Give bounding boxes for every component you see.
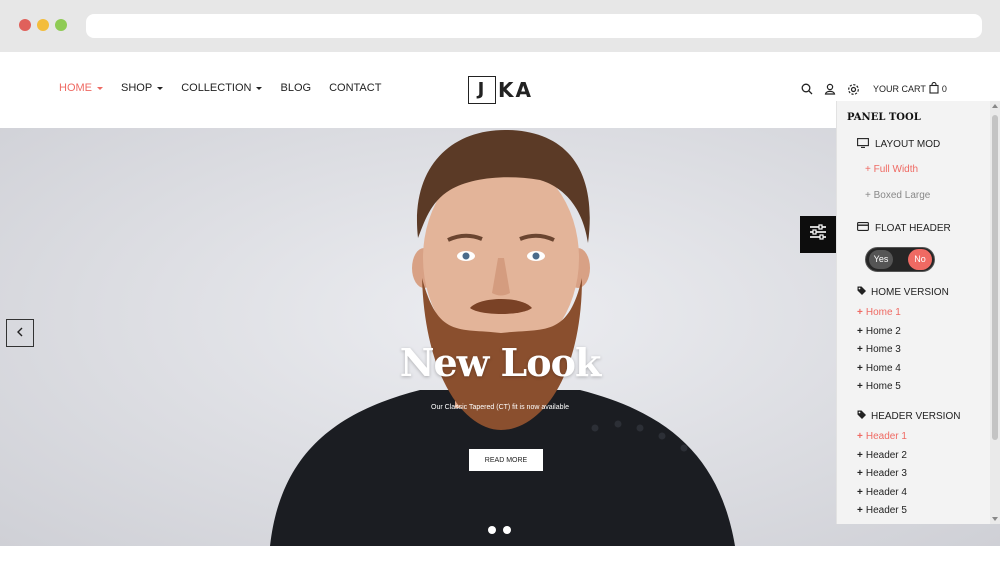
- toggle-no[interactable]: No: [908, 249, 932, 270]
- home-version-heading: HOME VERSION: [857, 286, 949, 299]
- scroll-up-icon[interactable]: [992, 104, 998, 108]
- panel-scrollbar[interactable]: [990, 101, 1000, 524]
- item-label: Header 1: [865, 431, 907, 442]
- header-tools: YOUR CART 0: [800, 81, 947, 96]
- nav-item-label: BLOG: [280, 82, 312, 94]
- panel-title: PANEL TOOL: [847, 112, 921, 123]
- cart-label: YOUR CART: [873, 84, 926, 94]
- caret-down-icon: [157, 86, 164, 90]
- item-label: Home 4: [865, 363, 901, 374]
- heading-label: HOME VERSION: [871, 287, 949, 298]
- home-version-item[interactable]: + Home 5: [857, 381, 901, 392]
- scroll-down-icon[interactable]: [992, 517, 998, 521]
- main-nav: HOME SHOP COLLECTION BLOG CONTACT: [59, 82, 381, 94]
- scrollbar-thumb[interactable]: [992, 115, 998, 440]
- nav-item-blog[interactable]: BLOG: [280, 82, 311, 94]
- nav-item-home[interactable]: HOME: [59, 82, 103, 94]
- cart-count: 0: [941, 84, 947, 94]
- layout-option-full-width[interactable]: + Full Width: [865, 164, 918, 175]
- tags-icon: [857, 410, 868, 423]
- header-version-item[interactable]: + Header 2: [857, 450, 907, 461]
- panel-toggle-button[interactable]: [800, 216, 836, 253]
- nav-item-contact[interactable]: CONTACT: [329, 82, 381, 94]
- caret-down-icon: [97, 86, 103, 90]
- home-version-item[interactable]: + Home 4: [857, 363, 901, 374]
- search-icon[interactable]: [800, 82, 814, 96]
- chevron-left-icon: [16, 324, 24, 342]
- user-icon[interactable]: [823, 82, 837, 96]
- gear-icon[interactable]: [846, 82, 860, 96]
- item-label: Home 5: [865, 381, 901, 392]
- slider-pagination: [488, 526, 511, 534]
- nav-item-collection[interactable]: COLLECTION: [181, 82, 263, 94]
- nav-item-label: SHOP: [121, 82, 153, 94]
- cart-button[interactable]: YOUR CART 0: [873, 81, 947, 96]
- site-logo[interactable]: J KA: [468, 76, 533, 104]
- item-label: Header 2: [865, 450, 907, 461]
- header-version-item[interactable]: + Header 4: [857, 487, 907, 498]
- heading-label: FLOAT HEADER: [875, 222, 951, 234]
- item-label: Home 3: [865, 344, 901, 355]
- tags-icon: [857, 286, 868, 299]
- toggle-yes[interactable]: Yes: [869, 250, 893, 269]
- nav-item-label: HOME: [59, 82, 92, 94]
- caret-down-icon: [256, 86, 263, 90]
- maximize-window-button[interactable]: [55, 19, 67, 31]
- minimize-window-button[interactable]: [37, 19, 49, 31]
- sliders-icon: [809, 224, 827, 245]
- header-version-item[interactable]: + Header 3: [857, 468, 907, 479]
- heading-label: HEADER VERSION: [871, 411, 961, 422]
- heading-label: LAYOUT MOD: [875, 139, 941, 150]
- panel-tool: PANEL TOOL LAYOUT MOD + Full Width + Box…: [836, 101, 1000, 524]
- slider-dot[interactable]: [503, 526, 511, 534]
- browser-toolbar: [0, 0, 1000, 52]
- item-label: Header 5: [865, 505, 907, 516]
- item-label: Home 1: [865, 307, 901, 318]
- item-label: Header 4: [865, 487, 907, 498]
- nav-item-label: COLLECTION: [181, 82, 252, 94]
- layout-option-boxed-large[interactable]: + Boxed Large: [865, 190, 930, 201]
- layout-mod-heading: LAYOUT MOD: [857, 138, 940, 151]
- nav-item-label: CONTACT: [329, 82, 382, 94]
- close-window-button[interactable]: [19, 19, 31, 31]
- slider-dot[interactable]: [488, 526, 496, 534]
- slider-prev-button[interactable]: [6, 319, 34, 347]
- header-version-item[interactable]: + Header 1: [857, 431, 907, 442]
- item-label: Home 2: [865, 326, 901, 337]
- home-version-item[interactable]: + Home 1: [857, 307, 901, 318]
- home-version-item[interactable]: + Home 2: [857, 326, 901, 337]
- read-more-button[interactable]: READ MORE: [469, 449, 543, 471]
- header-version-heading: HEADER VERSION: [857, 410, 960, 423]
- float-header-heading: FLOAT HEADER: [857, 222, 951, 234]
- bag-icon: [929, 81, 939, 96]
- address-bar[interactable]: [86, 14, 982, 38]
- home-version-item[interactable]: + Home 3: [857, 344, 901, 355]
- logo-text: KA: [498, 78, 533, 102]
- monitor-icon: [857, 138, 869, 151]
- credit-card-icon: [857, 222, 869, 234]
- logo-boxed-letter: J: [468, 76, 496, 104]
- item-label: Header 3: [865, 468, 907, 479]
- header-version-item[interactable]: + Header 5: [857, 505, 907, 516]
- nav-item-shop[interactable]: SHOP: [121, 82, 164, 94]
- float-header-toggle[interactable]: Yes No: [865, 247, 935, 272]
